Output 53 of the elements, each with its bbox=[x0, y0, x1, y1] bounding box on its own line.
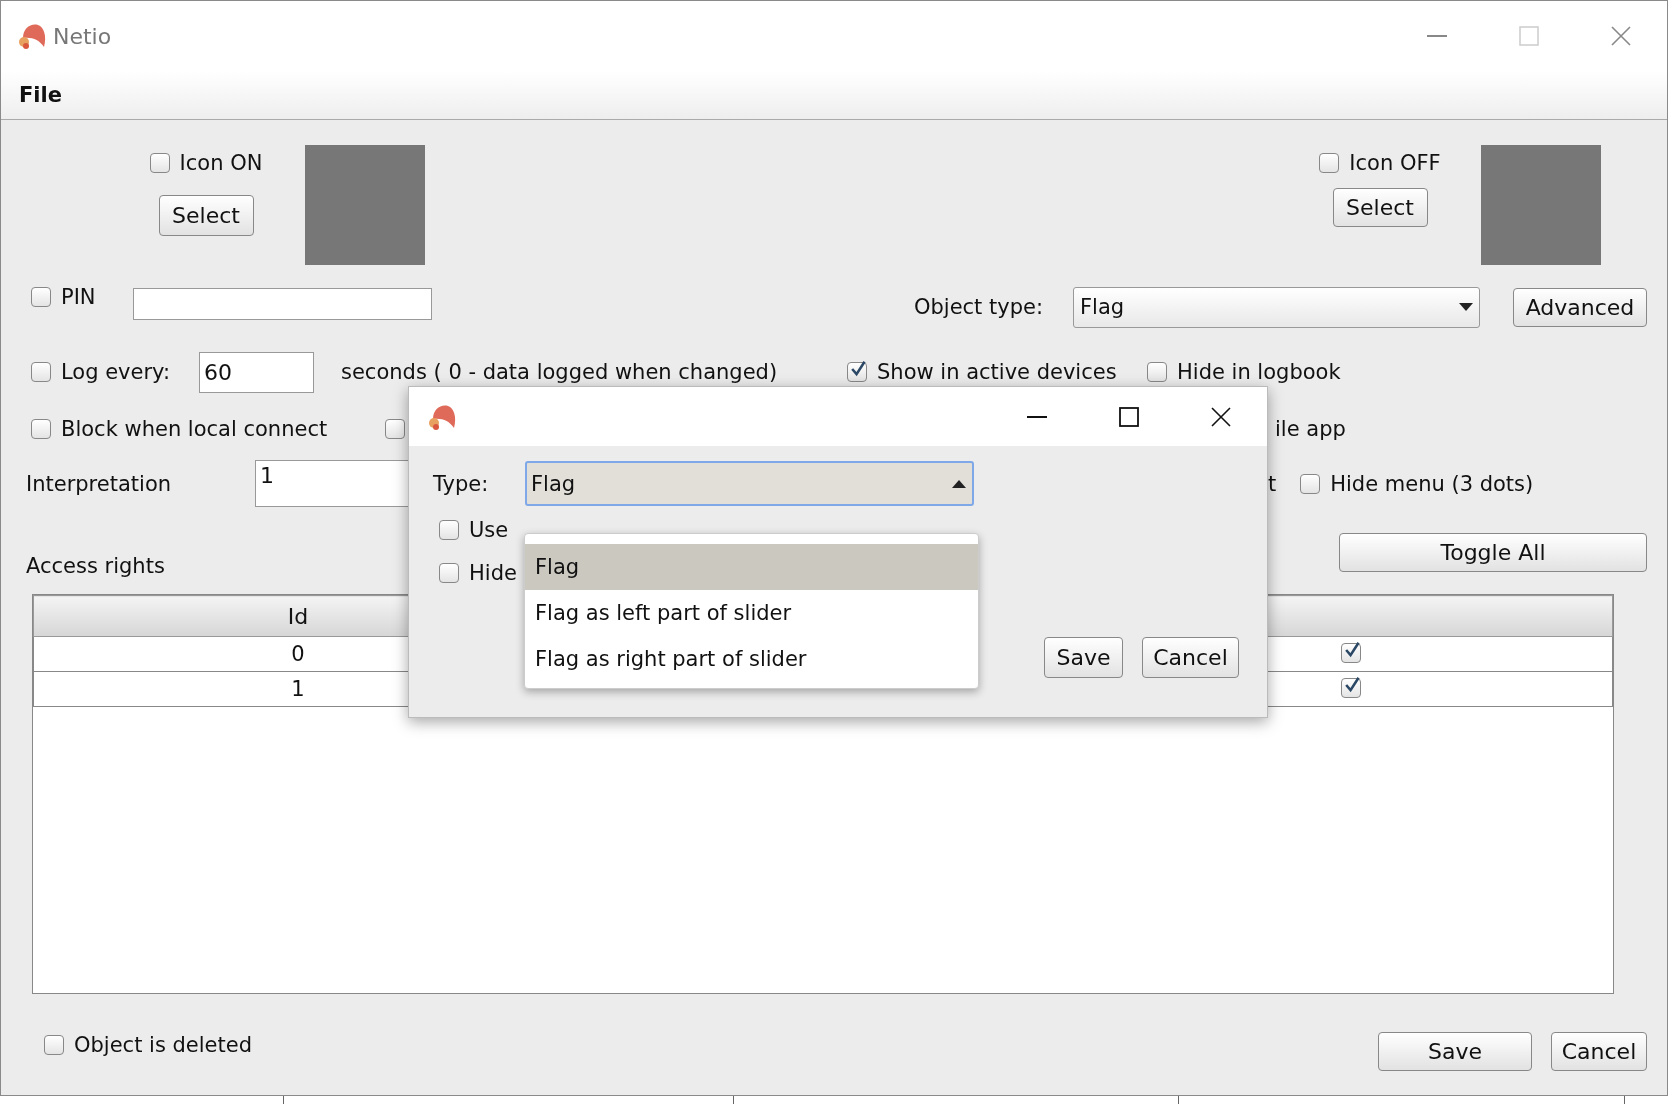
hint-text: seconds ( 0 - data logged when changed) bbox=[341, 360, 778, 384]
field-label: Interpretation bbox=[26, 471, 173, 496]
select-button[interactable]: Select bbox=[1332, 188, 1428, 227]
checkbox-label: ile app bbox=[1275, 416, 1346, 441]
menu-item[interactable]: File bbox=[19, 83, 62, 107]
checkbox[interactable] bbox=[44, 1034, 64, 1055]
checkbox-label: Block when local connect bbox=[61, 416, 328, 441]
checkbox[interactable] bbox=[1340, 643, 1361, 663]
checkbox-label: Hide in logbook bbox=[1177, 360, 1341, 384]
cancel-button[interactable]: Cancel bbox=[1551, 1032, 1647, 1071]
dropdown-arrow-icon bbox=[952, 479, 966, 488]
dropdown-arrow-icon bbox=[1459, 303, 1473, 311]
checkbox-label: PIN bbox=[61, 285, 96, 309]
checkbox[interactable] bbox=[31, 362, 51, 382]
checkbox[interactable] bbox=[149, 153, 170, 173]
checkbox[interactable] bbox=[1319, 153, 1340, 173]
checkbox[interactable] bbox=[439, 563, 459, 583]
checkbox[interactable] bbox=[1147, 362, 1167, 382]
close-icon[interactable] bbox=[1210, 405, 1232, 428]
save-button[interactable]: Save bbox=[1044, 637, 1123, 678]
checkbox-label: Hide menu (3 dots) bbox=[1330, 471, 1534, 496]
checkbox-label: Log every: bbox=[61, 360, 171, 384]
field-label: Type: bbox=[433, 471, 490, 496]
log-interval-field[interactable]: 60 bbox=[199, 351, 314, 393]
type-dropdown[interactable]: Flag bbox=[525, 461, 974, 506]
checkbox[interactable] bbox=[385, 418, 405, 439]
checkbox-label: Icon ON bbox=[179, 151, 263, 175]
save-button[interactable]: Save bbox=[1378, 1032, 1532, 1071]
checkbox-label: Use bbox=[469, 518, 509, 542]
object-type-dropdown[interactable]: Flag bbox=[1073, 286, 1480, 328]
toggle-all-button[interactable]: Toggle All bbox=[1339, 533, 1647, 572]
checkbox-label: Show in active devices bbox=[877, 360, 1117, 384]
dropdown-option[interactable]: Flag bbox=[525, 544, 978, 590]
app-logo-icon bbox=[17, 22, 47, 50]
pin-field[interactable] bbox=[133, 288, 432, 320]
checkbox[interactable] bbox=[1300, 473, 1321, 494]
checkbox[interactable] bbox=[31, 287, 51, 307]
checkbox[interactable] bbox=[1340, 678, 1361, 698]
minimize-icon[interactable] bbox=[1027, 415, 1047, 418]
checkbox[interactable] bbox=[847, 362, 867, 382]
window-title: Netio bbox=[53, 23, 112, 49]
checkbox-label: Hide bbox=[469, 561, 517, 585]
checkbox-label: Icon OFF bbox=[1349, 151, 1441, 175]
select-button[interactable]: Select bbox=[158, 195, 254, 236]
checkbox[interactable] bbox=[31, 418, 51, 439]
checkbox-label: t bbox=[1268, 471, 1277, 496]
checkbox[interactable] bbox=[439, 520, 459, 540]
advanced-button[interactable]: Advanced bbox=[1513, 287, 1647, 327]
field-label: Object type: bbox=[913, 295, 1043, 319]
cancel-button[interactable]: Cancel bbox=[1142, 637, 1239, 678]
section-label: Access rights bbox=[26, 554, 165, 578]
maximize-icon[interactable] bbox=[1119, 406, 1139, 427]
checkbox-label: Object is deleted bbox=[74, 1032, 252, 1057]
